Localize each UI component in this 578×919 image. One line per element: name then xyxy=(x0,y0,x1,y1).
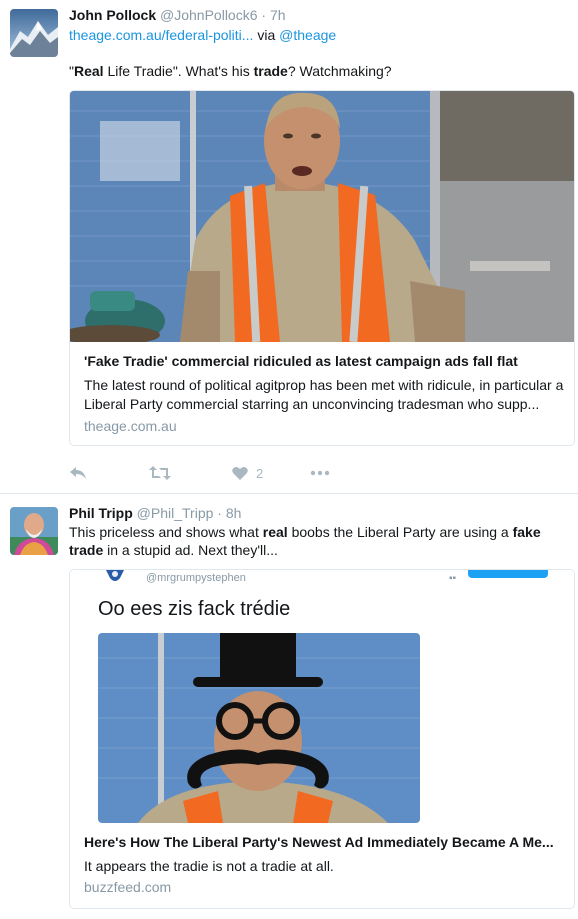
like-count: 2 xyxy=(256,465,264,481)
author-name[interactable]: Phil Tripp xyxy=(69,505,133,521)
author-handle[interactable]: @Phil_Tripp xyxy=(137,505,214,521)
text-part: ? Watchmaking? xyxy=(287,63,392,79)
text-bold: trade xyxy=(69,542,104,558)
avatar-mountain-image xyxy=(10,9,58,57)
author-name[interactable]: John Pollock xyxy=(69,7,156,23)
timestamp[interactable]: 8h xyxy=(226,505,242,521)
text-part: boobs the Liberal Party are using a xyxy=(287,524,513,540)
card-image: @mrgrumpystephen ▪▪ Oo ees zis fack tréd… xyxy=(70,570,574,823)
tweet-john-pollock[interactable]: John Pollock @JohnPollock6 · 7h theage.c… xyxy=(0,0,578,494)
via-handle-link[interactable]: @theage xyxy=(279,27,336,43)
text-bold: Real xyxy=(73,63,104,79)
avatar[interactable] xyxy=(10,9,58,57)
tradie-photo xyxy=(70,91,574,342)
heart-icon xyxy=(232,466,248,480)
card-description: It appears the tradie is not a tradie at… xyxy=(84,858,334,874)
tweet-text: This priceless and shows what real boobs… xyxy=(69,523,569,559)
card-description: The latest round of political agitprop h… xyxy=(84,377,564,412)
embedded-follow-button xyxy=(468,570,548,578)
card-domain: theage.com.au xyxy=(84,418,177,434)
text-bold: real xyxy=(262,524,288,540)
embedded-more-icon: ▪▪ xyxy=(449,573,457,584)
tweet-header: Phil Tripp @Phil_Tripp · 8h xyxy=(69,505,241,521)
text-part: Life Tradie". What's his xyxy=(103,63,254,79)
more-button[interactable] xyxy=(310,462,330,484)
text-part: in a stupid ad. Next they'll... xyxy=(103,542,278,558)
author-handle[interactable]: @JohnPollock6 xyxy=(160,7,258,23)
link-card[interactable]: @mrgrumpystephen ▪▪ Oo ees zis fack tréd… xyxy=(69,569,575,909)
text-part: This priceless and shows what xyxy=(69,524,263,540)
tweet-phil-tripp[interactable]: Phil Tripp @Phil_Tripp · 8h This pricele… xyxy=(0,494,578,919)
like-button[interactable]: 2 xyxy=(232,462,263,484)
more-icon xyxy=(310,470,330,476)
avatar[interactable] xyxy=(10,507,58,555)
card-title[interactable]: Here's How The Liberal Party's Newest Ad… xyxy=(84,834,554,850)
card-domain: buzzfeed.com xyxy=(84,879,172,895)
article-link[interactable]: theage.com.au/federal-politi... xyxy=(69,27,253,43)
retweet-button[interactable] xyxy=(149,462,171,484)
reply-icon xyxy=(70,467,86,479)
tweet-text: "Real Life Tradie". What's his trade? Wa… xyxy=(69,62,569,80)
separator: · xyxy=(217,505,222,521)
tweet-actions: 2 xyxy=(69,462,369,484)
retweet-icon xyxy=(149,466,171,480)
timestamp[interactable]: 7h xyxy=(270,7,286,23)
reply-button[interactable] xyxy=(69,462,87,484)
embedded-tweet-text: Oo ees zis fack trédie xyxy=(98,598,291,620)
tweet-link-line: theage.com.au/federal-politi... via @the… xyxy=(69,26,569,44)
text-bold: trade xyxy=(253,63,288,79)
card-image xyxy=(70,91,574,342)
meme-photo xyxy=(98,633,420,823)
embedded-handle: @mrgrumpystephen xyxy=(146,572,246,584)
text-bold: fake xyxy=(512,524,541,540)
avatar-man-image xyxy=(10,507,58,555)
tweet-header: John Pollock @JohnPollock6 · 7h xyxy=(69,7,286,23)
embedded-avatar-icon xyxy=(106,570,124,581)
link-card[interactable]: 'Fake Tradie' commercial ridiculed as la… xyxy=(69,90,575,446)
separator: · xyxy=(261,7,267,23)
card-title[interactable]: 'Fake Tradie' commercial ridiculed as la… xyxy=(84,353,518,369)
via-label: via xyxy=(257,27,276,43)
